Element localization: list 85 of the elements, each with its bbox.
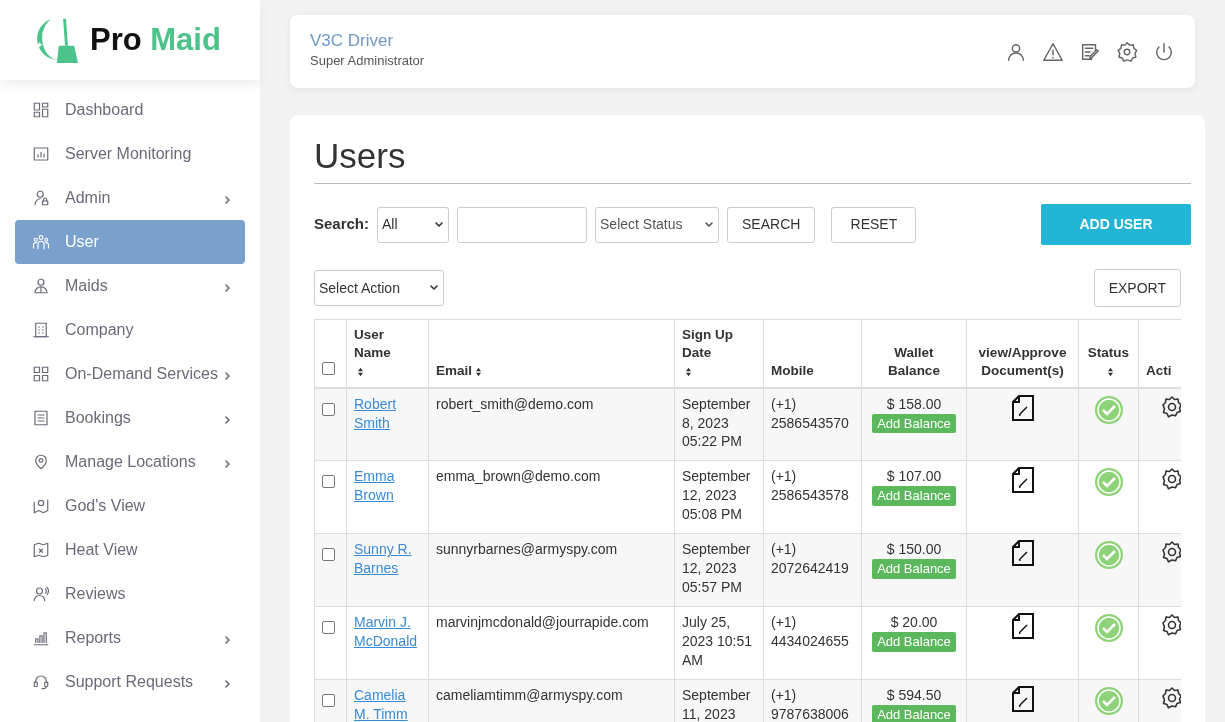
column-header[interactable]: Acti bbox=[1146, 362, 1172, 381]
settings-icon[interactable] bbox=[1160, 540, 1181, 565]
warning-icon[interactable] bbox=[1042, 40, 1064, 63]
headset-icon bbox=[32, 673, 50, 691]
signup-date: July 25, 2023 10:51 AM bbox=[682, 614, 753, 668]
signup-date: September 12, 2023 05:57 PM bbox=[682, 541, 751, 595]
status-select[interactable]: Select Status bbox=[595, 206, 720, 243]
email-cell: emma_brown@demo.com bbox=[436, 468, 601, 485]
mobile-number: (+1) 4434024655 bbox=[771, 613, 850, 651]
wallet-balance: $ 20.00 bbox=[889, 613, 939, 633]
sidebar-item[interactable]: Maids bbox=[15, 264, 245, 308]
person-icon bbox=[32, 277, 50, 295]
sidebar-item[interactable]: Bookings bbox=[15, 396, 245, 440]
row-checkbox[interactable] bbox=[322, 475, 335, 489]
users-icon bbox=[32, 233, 50, 251]
chart-icon bbox=[32, 145, 50, 163]
sidebar-item[interactable]: Admin bbox=[15, 176, 245, 220]
map-icon bbox=[32, 541, 50, 559]
sidebar-item[interactable]: Support Requests bbox=[15, 660, 245, 704]
select-all-checkbox[interactable] bbox=[322, 362, 335, 376]
mobile-number: (+1) 2586543570 bbox=[771, 394, 850, 433]
brand-name: Pro Maid bbox=[90, 20, 221, 59]
sidebar-item[interactable]: Company bbox=[15, 308, 245, 352]
column-header[interactable]: Email bbox=[436, 362, 473, 381]
settings-icon[interactable] bbox=[1116, 40, 1138, 63]
column-header[interactable]: Status bbox=[1087, 344, 1130, 363]
sidebar-item[interactable]: Manage Locations bbox=[15, 440, 245, 484]
grid-icon bbox=[32, 365, 50, 383]
document-edit-icon[interactable] bbox=[1010, 394, 1035, 421]
mobile-number: (+1) 2072642419 bbox=[771, 540, 850, 578]
sidebar-item[interactable]: Reviews bbox=[15, 572, 245, 616]
sidebar-item[interactable]: Dashboard bbox=[15, 88, 245, 132]
wallet-balance: $ 158.00 bbox=[885, 394, 943, 414]
user-lock-icon bbox=[32, 189, 50, 207]
settings-icon[interactable] bbox=[1160, 394, 1181, 419]
email-cell: cameliamtimm@armyspy.com bbox=[436, 687, 623, 704]
search-type-select[interactable]: All bbox=[377, 206, 450, 243]
sidebar-item[interactable]: On-Demand Services bbox=[15, 352, 245, 396]
settings-icon[interactable] bbox=[1160, 613, 1181, 638]
search-label: Search: bbox=[314, 214, 370, 235]
caret-icon bbox=[429, 283, 439, 293]
signup-date: September 11, 2023 bbox=[682, 687, 751, 722]
signup-date: September 12, 2023 05:08 PM bbox=[682, 468, 751, 522]
settings-icon[interactable] bbox=[1160, 467, 1181, 492]
document-edit-icon[interactable] bbox=[1010, 540, 1035, 567]
bar-chart-icon bbox=[32, 629, 50, 647]
location-pin-icon bbox=[32, 453, 50, 471]
page-title: Users bbox=[314, 135, 1191, 184]
wallet-balance: $ 107.00 bbox=[885, 467, 943, 487]
sidebar-item[interactable]: Heat View bbox=[15, 528, 245, 572]
wallet-balance: $ 594.50 bbox=[885, 686, 943, 706]
email-cell: marvinjmcdonald@jourrapide.com bbox=[436, 614, 649, 631]
dashboard-icon bbox=[32, 101, 50, 119]
map-pin-icon bbox=[32, 497, 50, 515]
document-edit-icon[interactable] bbox=[1010, 467, 1035, 494]
document-edit-icon[interactable] bbox=[1010, 686, 1035, 713]
column-header[interactable]: Mobile bbox=[771, 362, 814, 381]
building-icon bbox=[32, 321, 50, 339]
action-select[interactable]: Select Action bbox=[314, 270, 444, 306]
export-button[interactable]: EXPORT bbox=[1093, 269, 1181, 307]
row-checkbox[interactable] bbox=[322, 548, 335, 562]
row-checkbox[interactable] bbox=[322, 402, 335, 416]
sidebar-item[interactable]: Server Monitoring bbox=[15, 132, 245, 176]
caret-icon bbox=[704, 219, 715, 230]
email-cell: robert_smith@demo.com bbox=[436, 395, 594, 412]
user-role: Super Administrator bbox=[310, 52, 425, 71]
user-name: V3C Driver bbox=[310, 32, 395, 52]
mobile-number: (+1) 9787638006 bbox=[771, 686, 850, 722]
power-icon[interactable] bbox=[1153, 40, 1175, 63]
sidebar-item[interactable]: God's View bbox=[15, 484, 245, 528]
document-icon bbox=[32, 409, 50, 427]
settings-icon[interactable] bbox=[1160, 686, 1181, 711]
search-button[interactable]: SEARCH bbox=[727, 206, 816, 243]
reset-button[interactable]: RESET bbox=[831, 206, 917, 243]
search-field[interactable] bbox=[457, 206, 588, 243]
row-checkbox[interactable] bbox=[322, 694, 335, 708]
email-cell: sunnyrbarnes@armyspy.com bbox=[436, 541, 618, 558]
caret-icon bbox=[434, 219, 445, 230]
person-voice-icon bbox=[32, 585, 50, 603]
signup-date: September 8, 2023 05:22 PM bbox=[682, 395, 751, 450]
wallet-balance: $ 150.00 bbox=[885, 540, 943, 560]
mobile-number: (+1) 2586543578 bbox=[771, 467, 850, 505]
row-checkbox[interactable] bbox=[322, 621, 335, 635]
sidebar-item[interactable]: Reports bbox=[15, 616, 245, 660]
document-edit-icon[interactable] bbox=[1010, 613, 1035, 640]
